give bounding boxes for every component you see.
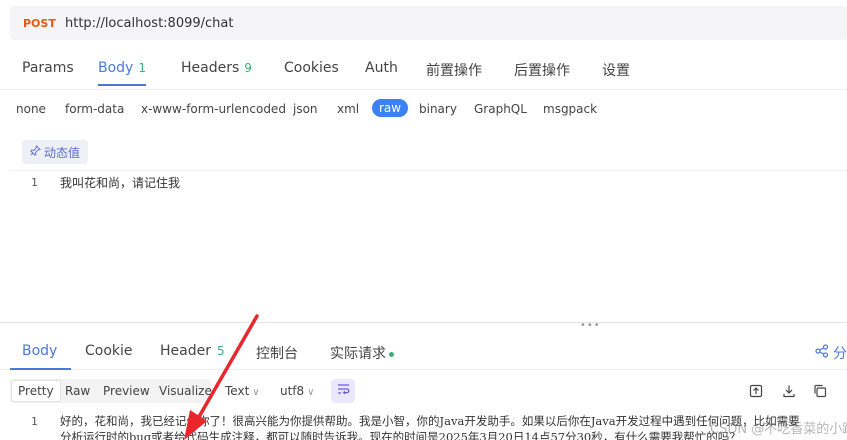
line-number: 1 (31, 176, 38, 189)
chevron-down-icon: ∨ (307, 387, 315, 398)
tab-label: Cookies (284, 60, 339, 76)
resp-tab-cookie[interactable]: Cookie (85, 343, 133, 359)
request-tabs: Params Body 1 Headers 9 Cookies Auth 前置操作 … (0, 52, 847, 90)
tab-count: 1 (138, 61, 146, 75)
format-select[interactable]: Text ∨ (225, 384, 260, 398)
tab-count: 5 (216, 344, 225, 358)
body-type-urlencoded[interactable]: x-www-form-urlencoded (141, 102, 286, 116)
wrap-icon (337, 383, 350, 399)
tab-label: Header (160, 343, 211, 359)
view-mode-group: Pretty Raw Preview Visualize (10, 379, 212, 403)
body-type-none[interactable]: none (16, 102, 46, 116)
body-type-graphql[interactable]: GraphQL (474, 102, 527, 116)
dynamic-value-label: 动态值 (43, 145, 80, 160)
tab-body[interactable]: Body 1 (98, 60, 146, 86)
url-input[interactable]: http://localhost:8099/chat (65, 16, 233, 31)
export-icon[interactable] (748, 383, 764, 399)
method-label[interactable]: POST (23, 17, 65, 30)
tab-settings[interactable]: 设置 (602, 60, 630, 80)
tab-label: Auth (365, 60, 398, 76)
body-type-form-data[interactable]: form-data (65, 102, 124, 116)
drag-handle-icon[interactable]: ••• (580, 321, 601, 331)
status-dot (389, 351, 394, 357)
body-type-binary[interactable]: binary (419, 102, 457, 116)
request-body-editor[interactable]: 1 我叫花和尚，请记住我 (10, 170, 847, 320)
chevron-down-icon: ∨ (252, 387, 260, 398)
tab-label: 后置操作 (514, 63, 570, 79)
tab-headers[interactable]: Headers 9 (181, 60, 252, 76)
resp-tab-body[interactable]: Body (9, 343, 72, 370)
copy-icon[interactable] (812, 383, 828, 399)
response-line-1[interactable]: 好的，花和尚，我已经记住你了！很高兴能为你提供帮助。我是小智，你的Java开发助… (60, 413, 800, 429)
response-view-toolbar: Pretty Raw Preview Visualize Text ∨ utf8 ∨ (0, 377, 847, 405)
tab-label: 设置 (602, 63, 630, 79)
response-tabs: Body Cookie Header 5 控制台 实际请求 分 (0, 332, 847, 370)
view-preview[interactable]: Preview (103, 384, 150, 398)
body-type-xml[interactable]: xml (337, 102, 359, 116)
view-visualize[interactable]: Visualize (159, 384, 212, 398)
resp-tab-actual-request[interactable]: 实际请求 (330, 343, 394, 363)
body-type-json[interactable]: json (293, 102, 318, 116)
panel-splitter[interactable]: ••• (0, 321, 847, 331)
resp-tab-console[interactable]: 控制台 (256, 343, 298, 363)
tab-label: Body (98, 60, 134, 76)
body-type-msgpack[interactable]: msgpack (543, 102, 597, 116)
share-label: 分 (833, 346, 847, 362)
tab-auth[interactable]: Auth (365, 60, 398, 76)
download-icon[interactable] (781, 383, 797, 399)
encoding-select-value: utf8 (280, 384, 305, 398)
tab-cookies[interactable]: Cookies (284, 60, 339, 76)
tab-label: Headers (181, 60, 240, 76)
pin-icon (30, 144, 41, 159)
tab-label: Params (22, 60, 74, 76)
view-pretty[interactable]: Pretty (11, 380, 61, 402)
url-bar[interactable]: POST http://localhost:8099/chat (10, 6, 847, 40)
tab-post-ops[interactable]: 后置操作 (514, 60, 570, 80)
body-type-selector: none form-data x-www-form-urlencoded jso… (0, 98, 847, 122)
tab-pre-ops[interactable]: 前置操作 (426, 60, 482, 80)
tab-label: 实际请求 (330, 346, 386, 362)
resp-tab-header[interactable]: Header 5 (160, 343, 225, 359)
format-select-value: Text (225, 384, 250, 398)
share-button[interactable]: 分 (815, 343, 847, 363)
tab-label: 前置操作 (426, 63, 482, 79)
response-line-2[interactable]: 分析运行时的bug或者给代码生成注释，都可以随时告诉我。现在的时间是2025年3… (60, 429, 741, 440)
dynamic-value-button[interactable]: 动态值 (22, 140, 88, 164)
tab-params[interactable]: Params (22, 60, 74, 76)
encoding-select[interactable]: utf8 ∨ (280, 384, 315, 398)
share-icon (815, 344, 829, 362)
wrap-button[interactable] (331, 379, 355, 403)
line-number: 1 (31, 415, 38, 428)
view-raw[interactable]: Raw (65, 384, 90, 398)
tab-count: 9 (244, 61, 252, 75)
body-type-raw[interactable]: raw (372, 99, 409, 117)
watermark: CSDN @不吃香菜的小趴菜 (710, 422, 847, 437)
request-body-text[interactable]: 我叫花和尚，请记住我 (60, 174, 180, 191)
